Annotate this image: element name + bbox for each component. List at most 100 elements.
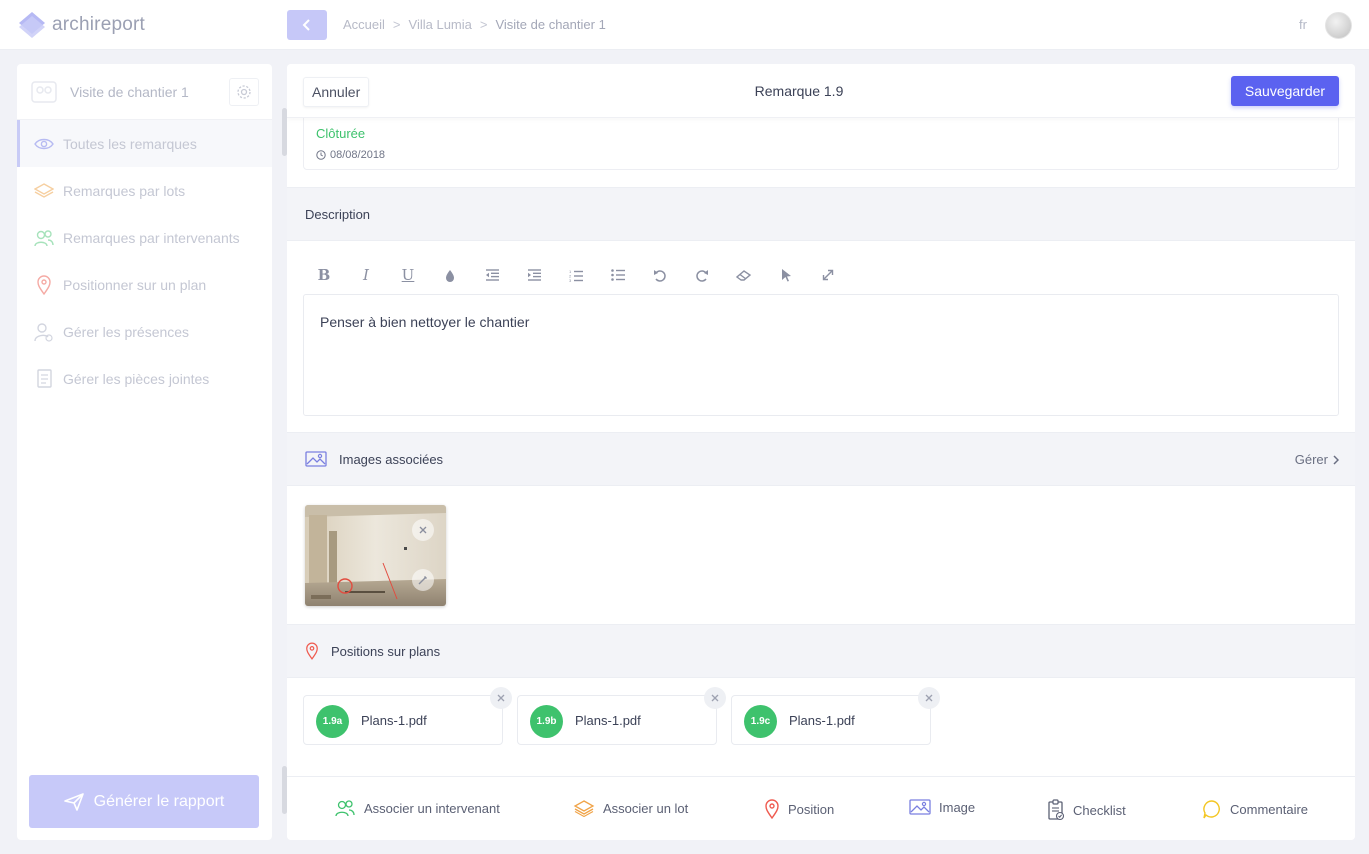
action-label: Associer un intervenant <box>364 800 500 816</box>
layers-icon <box>34 181 54 201</box>
plan-file-name: Plans-1.pdf <box>575 713 641 728</box>
panel-header: Annuler Remarque 1.9 Sauvegarder <box>287 64 1355 118</box>
sidebar-item-label: Toutes les remarques <box>63 135 197 152</box>
back-button[interactable] <box>287 10 327 40</box>
document-icon <box>34 368 54 389</box>
pointer-icon <box>781 269 791 282</box>
users-icon <box>334 799 356 817</box>
generate-report-button[interactable]: Générer le rapport <box>29 775 259 828</box>
eraser-icon <box>736 269 752 281</box>
manage-images-link[interactable]: Gérer <box>1295 452 1339 467</box>
remove-plan-button[interactable] <box>490 687 512 709</box>
chevron-left-icon <box>302 19 310 31</box>
redo-button[interactable] <box>681 264 723 286</box>
plan-position-card[interactable]: 1.9a Plans-1.pdf <box>303 687 512 745</box>
language-selector[interactable]: fr <box>1299 17 1307 32</box>
layers-icon <box>573 799 595 817</box>
bullet-list-button[interactable] <box>597 264 639 286</box>
app-logo[interactable]: archireport <box>18 11 145 39</box>
action-label: Checklist <box>1073 802 1126 818</box>
project-icon <box>31 80 57 104</box>
sidebar-item-remarks-by-lots[interactable]: Remarques par lots <box>17 167 272 214</box>
checklist-icon <box>1047 799 1065 821</box>
undo-button[interactable] <box>639 264 681 286</box>
undo-icon <box>654 269 666 282</box>
plan-file-name: Plans-1.pdf <box>789 713 855 728</box>
sidebar-item-position-on-plan[interactable]: Positionner sur un plan <box>17 261 272 308</box>
breadcrumb-project[interactable]: Villa Lumia <box>409 17 472 32</box>
chevron-right-icon <box>1333 454 1339 465</box>
plan-position-card[interactable]: 1.9c Plans-1.pdf <box>731 687 940 745</box>
sidebar-item-manage-attachments[interactable]: Gérer les pièces jointes <box>17 355 272 402</box>
associate-contractor-button[interactable]: Associer un intervenant <box>334 799 500 817</box>
clock-icon <box>316 150 326 160</box>
plan-badge: 1.9c <box>744 705 777 738</box>
sidebar: Visite de chantier 1 Toutes les remarque… <box>17 64 272 840</box>
breadcrumb-current: Visite de chantier 1 <box>495 17 606 32</box>
plan-position-card[interactable]: 1.9b Plans-1.pdf <box>517 687 726 745</box>
status-badge: Clôturée <box>316 126 366 141</box>
associate-lot-button[interactable]: Associer un lot <box>573 799 688 817</box>
images-section-header: Images associées Gérer <box>287 432 1355 486</box>
image-thumbnail[interactable] <box>305 505 446 606</box>
select-button[interactable] <box>765 264 807 286</box>
annotate-image-button[interactable] <box>412 569 434 591</box>
description-text: Penser à bien nettoyer le chantier <box>320 314 530 330</box>
generate-report-label: Générer le rapport <box>93 792 225 810</box>
plan-badge: 1.9a <box>316 705 349 738</box>
breadcrumb-separator: > <box>392 17 401 32</box>
app-name: archireport <box>52 14 146 35</box>
checklist-button[interactable]: Checklist <box>1047 799 1126 821</box>
remove-plan-button[interactable] <box>918 687 940 709</box>
plan-file-name: Plans-1.pdf <box>361 713 427 728</box>
sidebar-item-label: Remarques par intervenants <box>63 229 240 246</box>
save-button[interactable]: Sauvegarder <box>1231 76 1339 106</box>
plans-heading: Positions sur plans <box>331 643 441 659</box>
action-label: Position <box>788 801 835 817</box>
clear-format-button[interactable] <box>723 264 765 286</box>
indent-button[interactable] <box>513 264 555 286</box>
sidebar-title: Visite de chantier 1 <box>70 84 189 100</box>
gear-icon <box>237 85 251 99</box>
underline-button[interactable]: U <box>387 264 429 286</box>
comment-button[interactable]: Commentaire <box>1202 799 1308 819</box>
eye-icon <box>34 134 54 154</box>
outdent-button[interactable] <box>471 264 513 286</box>
status-date-text: 08/08/2018 <box>330 149 386 161</box>
sidebar-item-all-remarks[interactable]: Toutes les remarques <box>17 120 272 167</box>
remove-plan-button[interactable] <box>704 687 726 709</box>
breadcrumb-home[interactable]: Accueil <box>343 17 385 32</box>
ordered-list-button[interactable]: 123 <box>555 264 597 286</box>
action-bar: Associer un intervenant Associer un lot … <box>287 776 1355 840</box>
status-card[interactable]: Clôturée 08/08/2018 <box>303 110 1339 170</box>
plan-badge: 1.9b <box>530 705 563 738</box>
panel-title: Remarque 1.9 <box>754 83 844 99</box>
sidebar-header: Visite de chantier 1 <box>17 64 272 120</box>
sidebar-item-remarks-by-contractors[interactable]: Remarques par intervenants <box>17 214 272 261</box>
user-avatar[interactable] <box>1325 12 1352 39</box>
italic-button[interactable]: I <box>345 264 387 286</box>
comment-icon <box>1202 799 1222 819</box>
users-icon <box>34 228 54 248</box>
droplet-icon <box>446 269 454 282</box>
editor-toolbar: B I U 123 <box>303 264 849 286</box>
add-image-button[interactable]: Image <box>909 799 975 815</box>
manage-images-label: Gérer <box>1294 452 1328 467</box>
breadcrumb: Accueil > Villa Lumia > Visite de chanti… <box>343 17 606 32</box>
top-bar: archireport Accueil > Villa Lumia > Visi… <box>0 0 1369 50</box>
sidebar-item-label: Gérer les présences <box>63 323 190 340</box>
expand-icon <box>822 269 834 281</box>
close-icon <box>925 694 933 702</box>
image-icon <box>305 451 327 467</box>
settings-button[interactable] <box>229 78 259 106</box>
description-editor[interactable]: Penser à bien nettoyer le chantier <box>303 294 1339 416</box>
remark-panel: Annuler Remarque 1.9 Sauvegarder Clôturé… <box>287 64 1355 840</box>
fullscreen-button[interactable] <box>807 264 849 286</box>
pen-icon <box>418 576 427 585</box>
position-button[interactable]: Position <box>764 799 834 819</box>
sidebar-item-manage-attendance[interactable]: Gérer les présences <box>17 308 272 355</box>
remove-image-button[interactable] <box>412 519 434 541</box>
text-color-button[interactable] <box>429 264 471 286</box>
sidebar-item-label: Remarques par lots <box>63 182 186 199</box>
bold-button[interactable]: B <box>303 264 345 286</box>
